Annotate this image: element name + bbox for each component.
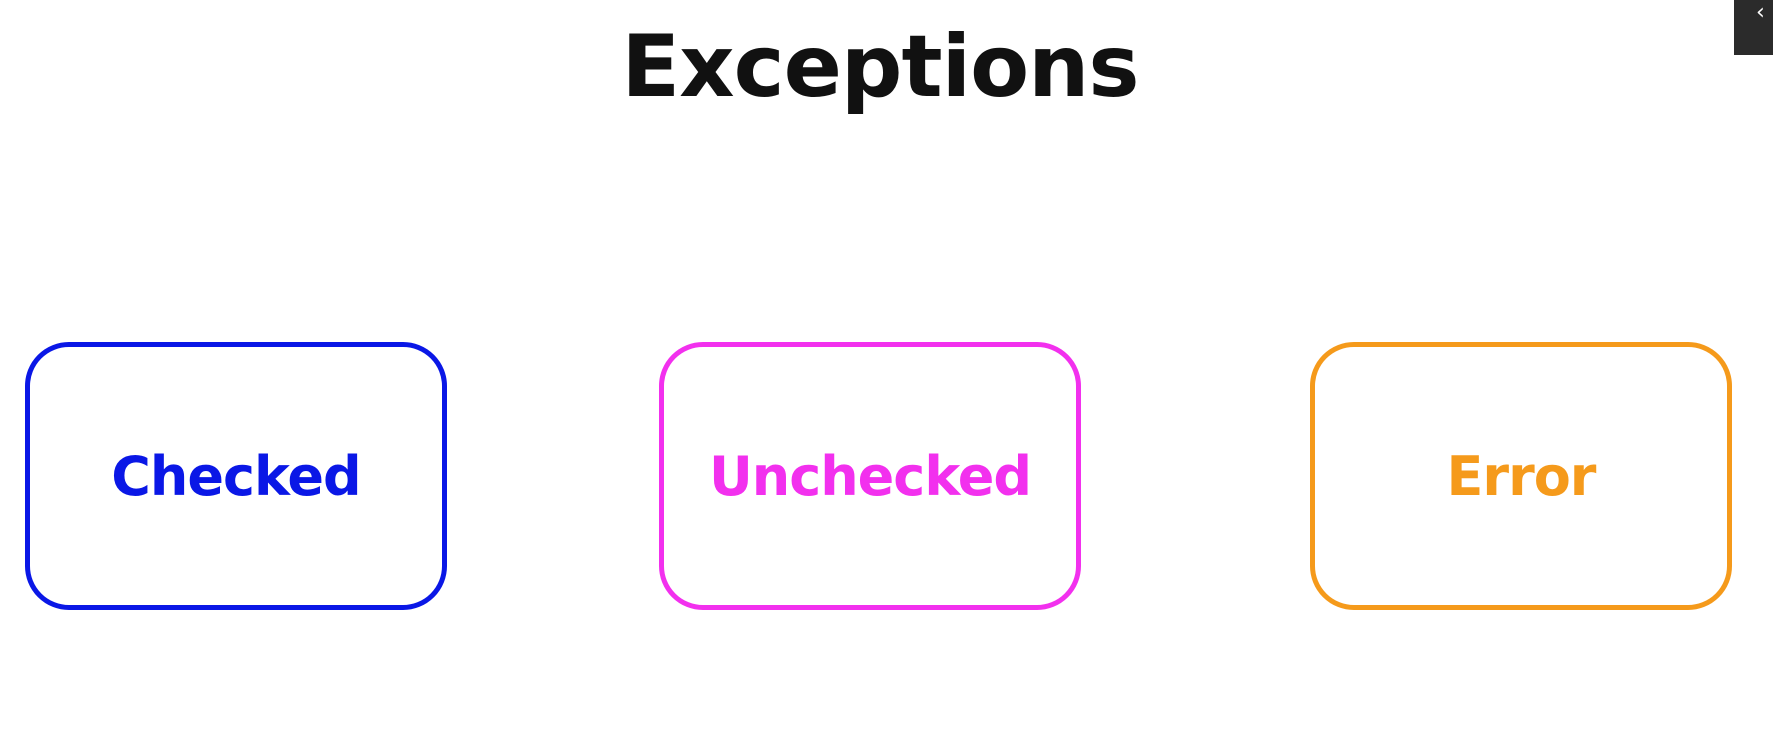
category-box-unchecked: Unchecked bbox=[659, 342, 1081, 610]
category-box-error: Error bbox=[1310, 342, 1732, 610]
category-box-checked: Checked bbox=[25, 342, 447, 610]
chevron-left-icon: ‹ bbox=[1756, 0, 1765, 25]
corner-tab[interactable] bbox=[1734, 0, 1773, 55]
page-title: Exceptions bbox=[621, 17, 1139, 117]
